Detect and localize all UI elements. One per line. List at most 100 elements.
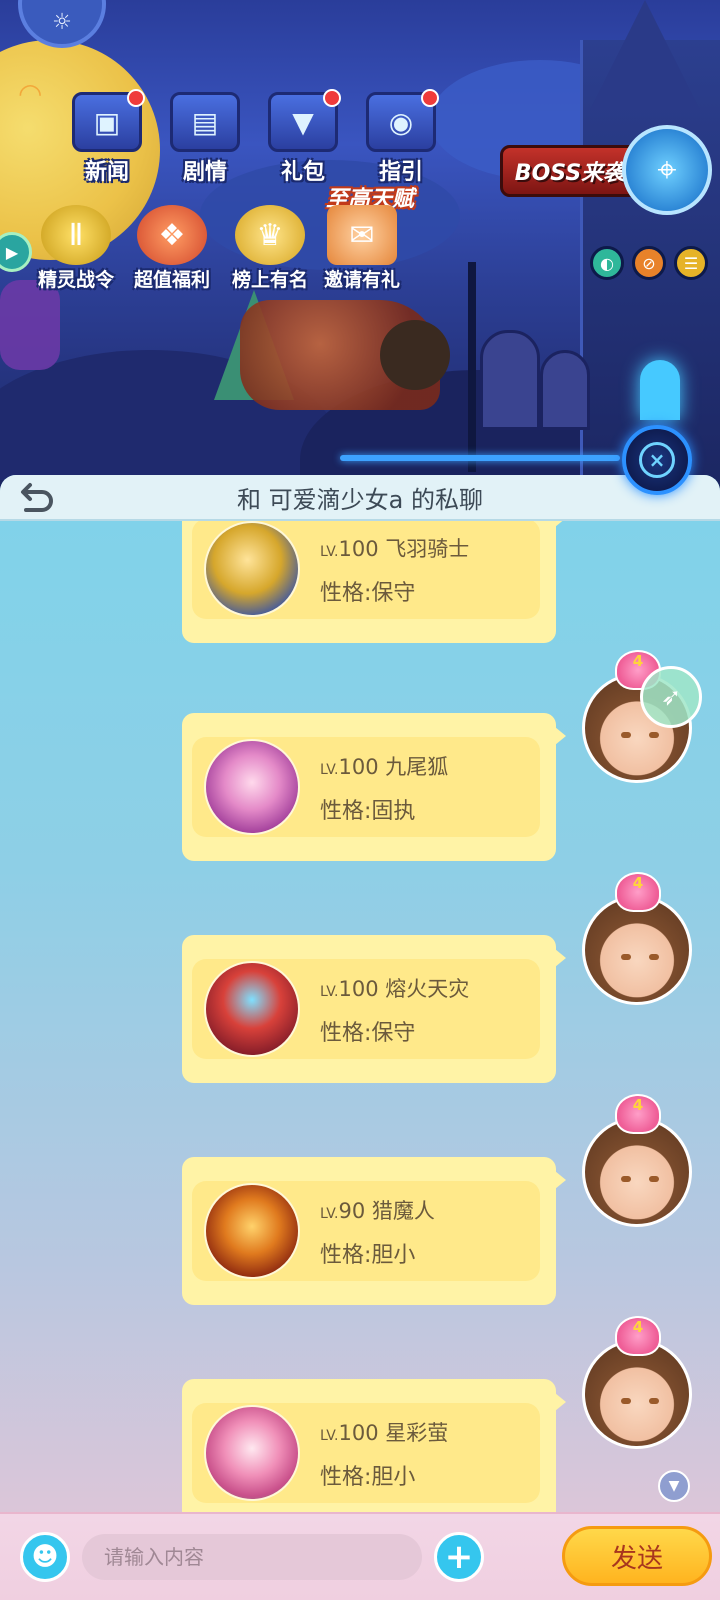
send-button[interactable]: 发送	[562, 1526, 712, 1586]
user-avatar[interactable]: 4	[582, 1316, 692, 1449]
pet-nature: 性格:固执	[320, 799, 416, 824]
pet-nature: 性格:胆小	[320, 1465, 416, 1490]
pet-share-card[interactable]: LV.100 熔火天灾 性格:保守	[192, 959, 540, 1059]
pet-share-card[interactable]: LV.100 九尾狐 性格:固执	[192, 737, 540, 837]
map-pin-icon: ⌖	[657, 150, 677, 190]
pet-level: LV.90 猎魔人	[320, 1195, 435, 1225]
message-list: LV.100 飞羽骑士 性格:保守 LV.100 九尾狐 性格:固执 4 LV.…	[0, 521, 720, 1521]
emoji-button[interactable]: ☻	[20, 1532, 70, 1582]
welfare-button[interactable]: ❖ 超值福利	[122, 205, 222, 292]
level-value: 100	[338, 1421, 379, 1445]
avatar-eye	[621, 732, 631, 738]
chat-message: LV.100 熔火天灾 性格:保守 4	[0, 872, 720, 1085]
message-bubble: LV.100 星彩萤 性格:胆小	[182, 1379, 566, 1521]
user-avatar[interactable]: 4	[582, 1094, 692, 1227]
level-value: 90	[338, 1199, 366, 1223]
avatar-badge-number: 4	[632, 874, 644, 892]
tombstone	[540, 350, 590, 430]
guide-button[interactable]: ◉ 指引	[356, 89, 446, 186]
medal-icon: Ⅱ	[41, 205, 111, 265]
plus-icon: +	[444, 1537, 474, 1577]
trophy-icon: ♛	[235, 205, 305, 265]
level-value: 100	[338, 755, 379, 779]
avatar-eye	[621, 1176, 631, 1182]
message-bubble: LV.100 九尾狐 性格:固执	[182, 713, 566, 861]
witch-character	[0, 280, 60, 370]
pumpkin-bag	[380, 320, 450, 390]
news-button[interactable]: ▣ 新闻	[62, 89, 152, 186]
mute-icon[interactable]: ⊘	[632, 246, 666, 280]
avatar-eye	[649, 1398, 659, 1404]
invite-label: 邀请有礼	[323, 269, 400, 291]
level-prefix: LV.	[320, 544, 339, 560]
tv-icon: ▣	[72, 89, 145, 152]
add-attachment-button[interactable]: +	[434, 1532, 484, 1582]
announce-icon[interactable]: ◐	[590, 246, 624, 280]
level-prefix: LV.	[320, 1206, 339, 1222]
invite-button[interactable]: ✉ 邀请有礼	[312, 205, 412, 292]
avatar-eye	[649, 732, 659, 738]
gift-icon: ❖	[137, 205, 207, 265]
chat-message: LV.90 猎魔人 性格:胆小 4	[0, 1094, 720, 1307]
chat-message: LV.100 飞羽骑士 性格:保守	[0, 521, 720, 645]
pet-avatar	[204, 1183, 300, 1279]
back-button[interactable]	[14, 479, 58, 517]
pet-avatar	[204, 521, 300, 617]
chat-message: LV.100 星彩萤 性格:胆小 4	[0, 1316, 720, 1521]
avatar-badge-number: 4	[632, 1318, 644, 1336]
pet-name: 猎魔人	[371, 1199, 435, 1223]
smiley-icon: ☻	[31, 1542, 59, 1572]
pet-avatar	[204, 739, 300, 835]
message-bubble: LV.100 熔火天灾 性格:保守	[182, 935, 566, 1083]
energy-line	[340, 455, 620, 461]
back-arrow-icon	[21, 483, 53, 512]
pet-level: LV.100 熔火天灾	[320, 973, 469, 1003]
pet-share-card[interactable]: LV.100 飞羽骑士 性格:保守	[192, 521, 540, 619]
avatar-badge-number: 4	[632, 652, 644, 670]
chat-message: LV.100 九尾狐 性格:固执 4	[0, 650, 720, 863]
menu-list-icon[interactable]: ☰	[674, 246, 708, 280]
pet-share-card[interactable]: LV.90 猎魔人 性格:胆小	[192, 1181, 540, 1281]
notification-dot	[127, 89, 145, 107]
close-icon: ×	[639, 442, 675, 478]
pet-name: 星彩萤	[385, 1421, 449, 1445]
boss-raid-button[interactable]: BOSS来袭	[500, 145, 640, 197]
close-chat-button[interactable]: ×	[622, 425, 692, 495]
crown-badge: 4	[615, 1316, 661, 1356]
pet-avatar	[204, 961, 300, 1057]
book-icon: ▤	[170, 92, 240, 152]
chat-title: 和 可爱滴少女a 的私聊	[237, 485, 483, 514]
message-input[interactable]	[82, 1534, 422, 1580]
pet-share-card[interactable]: LV.100 星彩萤 性格:胆小	[192, 1403, 540, 1503]
crown-badge: 4	[615, 1094, 661, 1134]
street-lamp	[468, 262, 476, 472]
crown-badge: 4	[615, 872, 661, 912]
level-prefix: LV.	[320, 1428, 339, 1444]
story-label: 剧情	[182, 160, 227, 185]
notification-dot	[323, 89, 341, 107]
avatar-eye	[649, 1176, 659, 1182]
story-button[interactable]: ▤ 剧情	[160, 92, 250, 186]
quick-icons: ◐ ⊘ ☰	[590, 246, 708, 280]
user-avatar[interactable]: 4	[582, 872, 692, 1005]
leaderboard-button[interactable]: ♛ 榜上有名	[220, 205, 320, 292]
avatar-eye	[649, 954, 659, 960]
avatar-eye	[621, 1398, 631, 1404]
pet-name: 飞羽骑士	[385, 537, 470, 561]
scroll-to-bottom-button[interactable]: ▼	[658, 1470, 690, 1502]
gift-pack-button[interactable]: ▼ 礼包	[258, 89, 348, 186]
pass-button[interactable]: Ⅱ 精灵战令	[26, 205, 126, 292]
pet-name: 熔火天灾	[385, 977, 470, 1001]
castle-window	[640, 360, 680, 420]
notification-dot	[421, 89, 439, 107]
pet-level: LV.100 星彩萤	[320, 1417, 448, 1447]
avatar-badge-number: 4	[632, 1096, 644, 1114]
pet-avatar	[204, 1405, 300, 1501]
game-background: ☼ ◠ ▣ 新闻 ▤ 剧情 ▼ 礼包 ◉ 指引 至高天赋 BOSS来袭 ⌖ ▶ …	[0, 0, 720, 480]
rocket-button[interactable]: ➶	[640, 666, 702, 728]
pet-nature: 性格:胆小	[320, 1243, 416, 1268]
chat-input-bar: ☻ + 发送	[0, 1512, 720, 1600]
level-prefix: LV.	[320, 762, 339, 778]
chat-header: 和 可爱滴少女a 的私聊	[0, 475, 720, 521]
map-button[interactable]: ⌖	[622, 125, 712, 215]
